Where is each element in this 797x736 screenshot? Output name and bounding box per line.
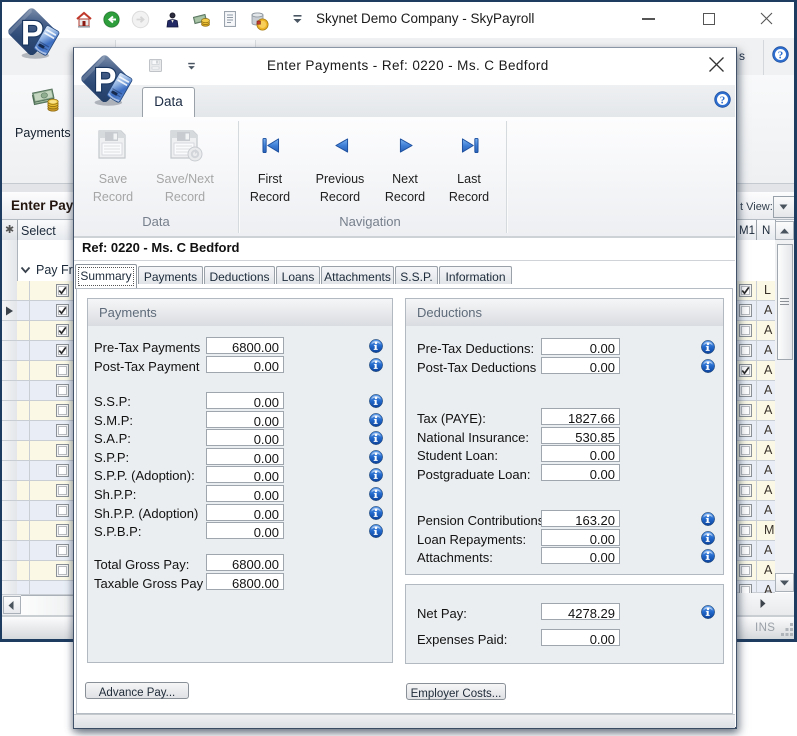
svg-text:P: P: [21, 15, 44, 53]
svg-text:P: P: [94, 62, 117, 100]
svg-text:?: ?: [778, 50, 784, 62]
svg-text:?: ?: [720, 95, 726, 107]
